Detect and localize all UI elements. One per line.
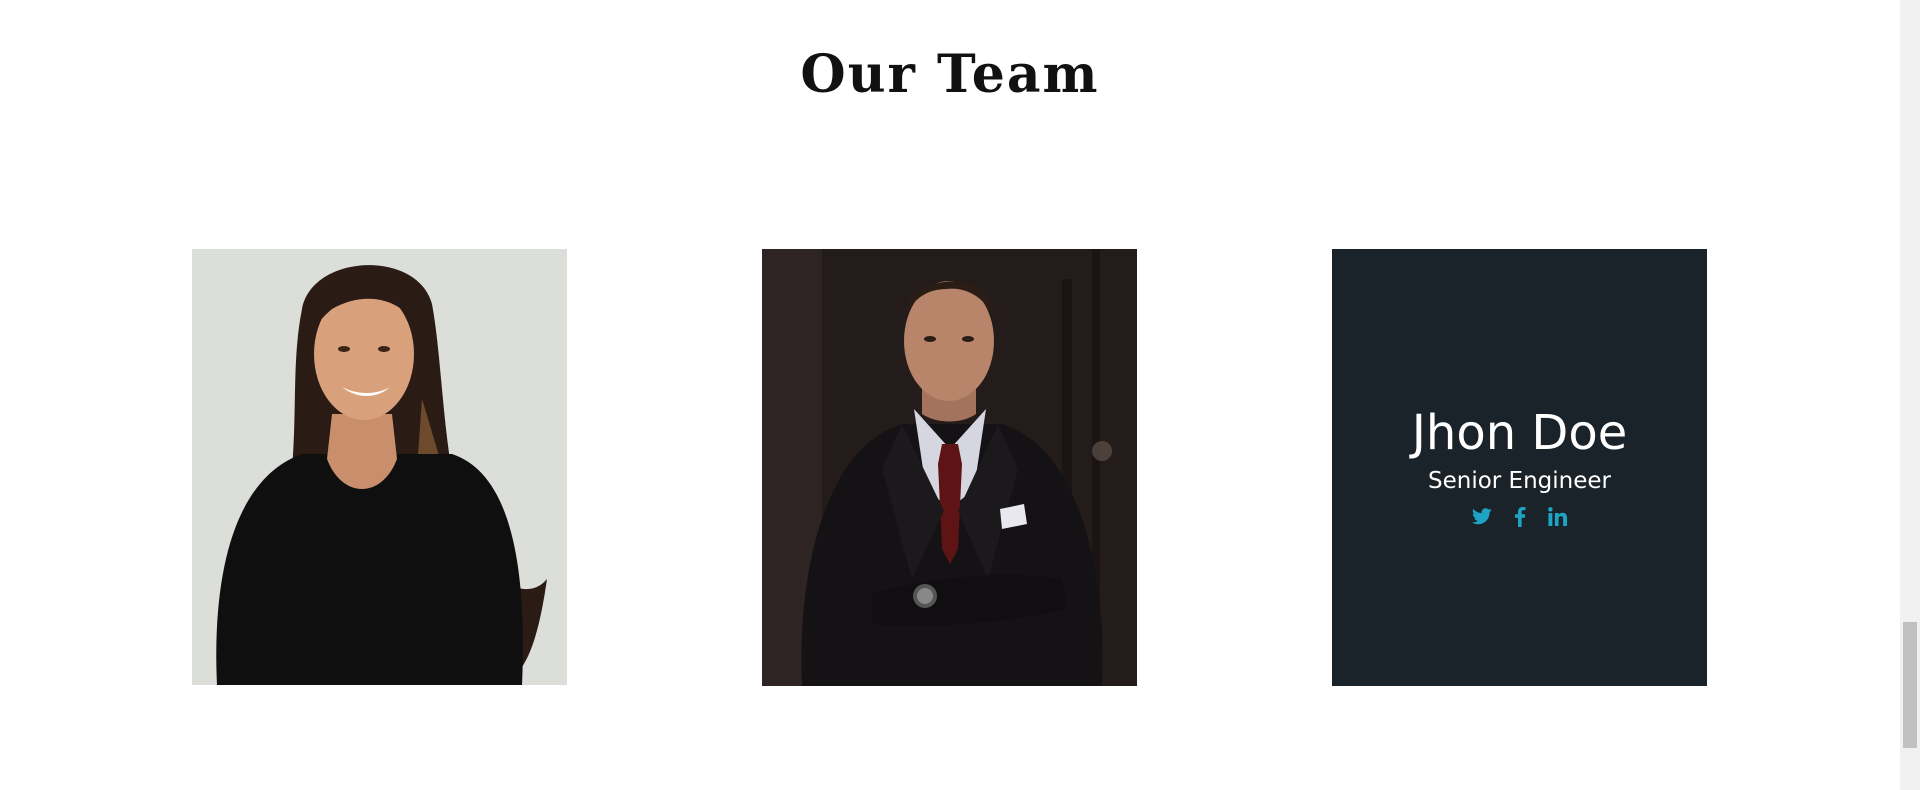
team-member-info: Jhon Doe Senior Engineer: [1332, 249, 1707, 686]
linkedin-icon[interactable]: [1547, 506, 1569, 528]
twitter-icon[interactable]: [1471, 506, 1493, 528]
team-section: Our Team Jhon Doe Senior Engineer: [0, 0, 1900, 790]
facebook-icon[interactable]: [1509, 506, 1531, 528]
team-member-photo: [762, 249, 1137, 686]
section-title: Our Team: [800, 44, 1100, 105]
team-member-photo: [192, 249, 567, 685]
member-name: Jhon Doe: [1411, 405, 1628, 462]
scrollbar-thumb[interactable]: [1903, 622, 1917, 748]
member-role: Senior Engineer: [1428, 467, 1611, 494]
team-member-card[interactable]: [192, 249, 567, 685]
social-links: [1471, 506, 1569, 528]
team-member-card[interactable]: [762, 249, 1137, 686]
team-member-card-active[interactable]: Jhon Doe Senior Engineer: [1332, 249, 1707, 686]
vertical-scrollbar[interactable]: [1900, 0, 1920, 790]
